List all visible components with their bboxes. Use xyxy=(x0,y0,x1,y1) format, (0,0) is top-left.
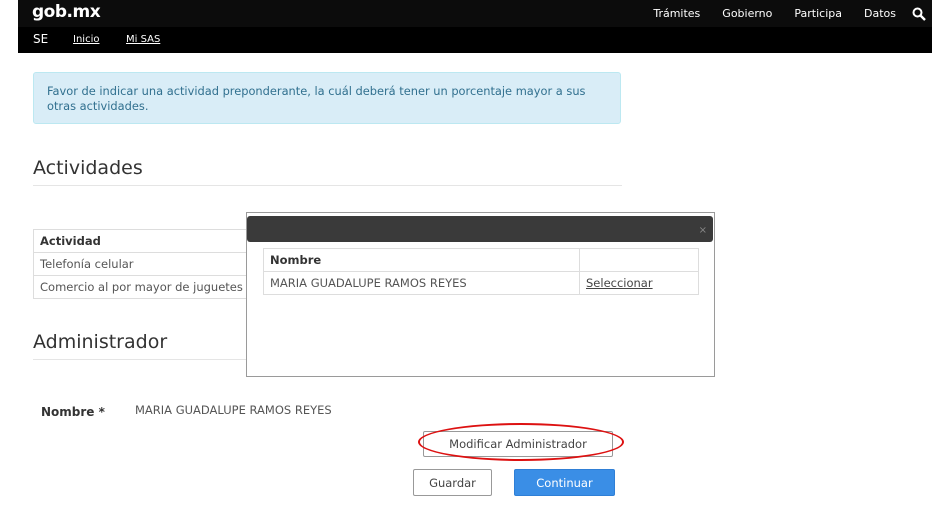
select-link[interactable]: Seleccionar xyxy=(579,271,699,295)
subnav-inicio-link[interactable]: Inicio xyxy=(73,34,99,45)
table-header-nombre: Nombre xyxy=(263,248,580,272)
subnav-brand: SE xyxy=(33,32,49,46)
table-row: MARIA GUADALUPE RAMOS REYES Seleccionar xyxy=(263,271,699,295)
divider xyxy=(33,185,622,186)
select-admin-modal: × Nombre MARIA GUADALUPE RAMOS REYES Sel… xyxy=(246,212,715,377)
table-header-empty xyxy=(579,248,699,272)
search-icon[interactable] xyxy=(912,7,926,21)
top-nav: Trámites Gobierno Participa Datos xyxy=(631,0,932,27)
info-alert: Favor de indicar una actividad preponder… xyxy=(33,72,621,124)
nombre-label: Nombre * xyxy=(41,405,105,419)
top-navbar: gob.mx Trámites Gobierno Participa Datos xyxy=(18,0,932,27)
highlight-ring xyxy=(418,423,624,461)
modal-header: × xyxy=(247,216,713,242)
save-button[interactable]: Guardar xyxy=(413,469,492,496)
actividades-title: Actividades xyxy=(33,157,143,179)
close-icon[interactable]: × xyxy=(699,225,707,236)
nav-tramites[interactable]: Trámites xyxy=(653,7,700,20)
administrador-title: Administrador xyxy=(33,331,168,353)
table-cell-name: MARIA GUADALUPE RAMOS REYES xyxy=(263,271,580,295)
continue-button[interactable]: Continuar xyxy=(514,469,615,496)
logo[interactable]: gob.mx xyxy=(32,2,101,22)
modal-table: Nombre MARIA GUADALUPE RAMOS REYES Selec… xyxy=(263,248,699,295)
nombre-value: MARIA GUADALUPE RAMOS REYES xyxy=(135,403,332,417)
subnav-mi-sas-link[interactable]: Mi SAS xyxy=(126,34,160,45)
sub-navbar: SE Inicio Mi SAS xyxy=(18,27,932,53)
nav-gobierno[interactable]: Gobierno xyxy=(722,7,772,20)
nav-datos[interactable]: Datos xyxy=(864,7,896,20)
nav-participa[interactable]: Participa xyxy=(794,7,842,20)
